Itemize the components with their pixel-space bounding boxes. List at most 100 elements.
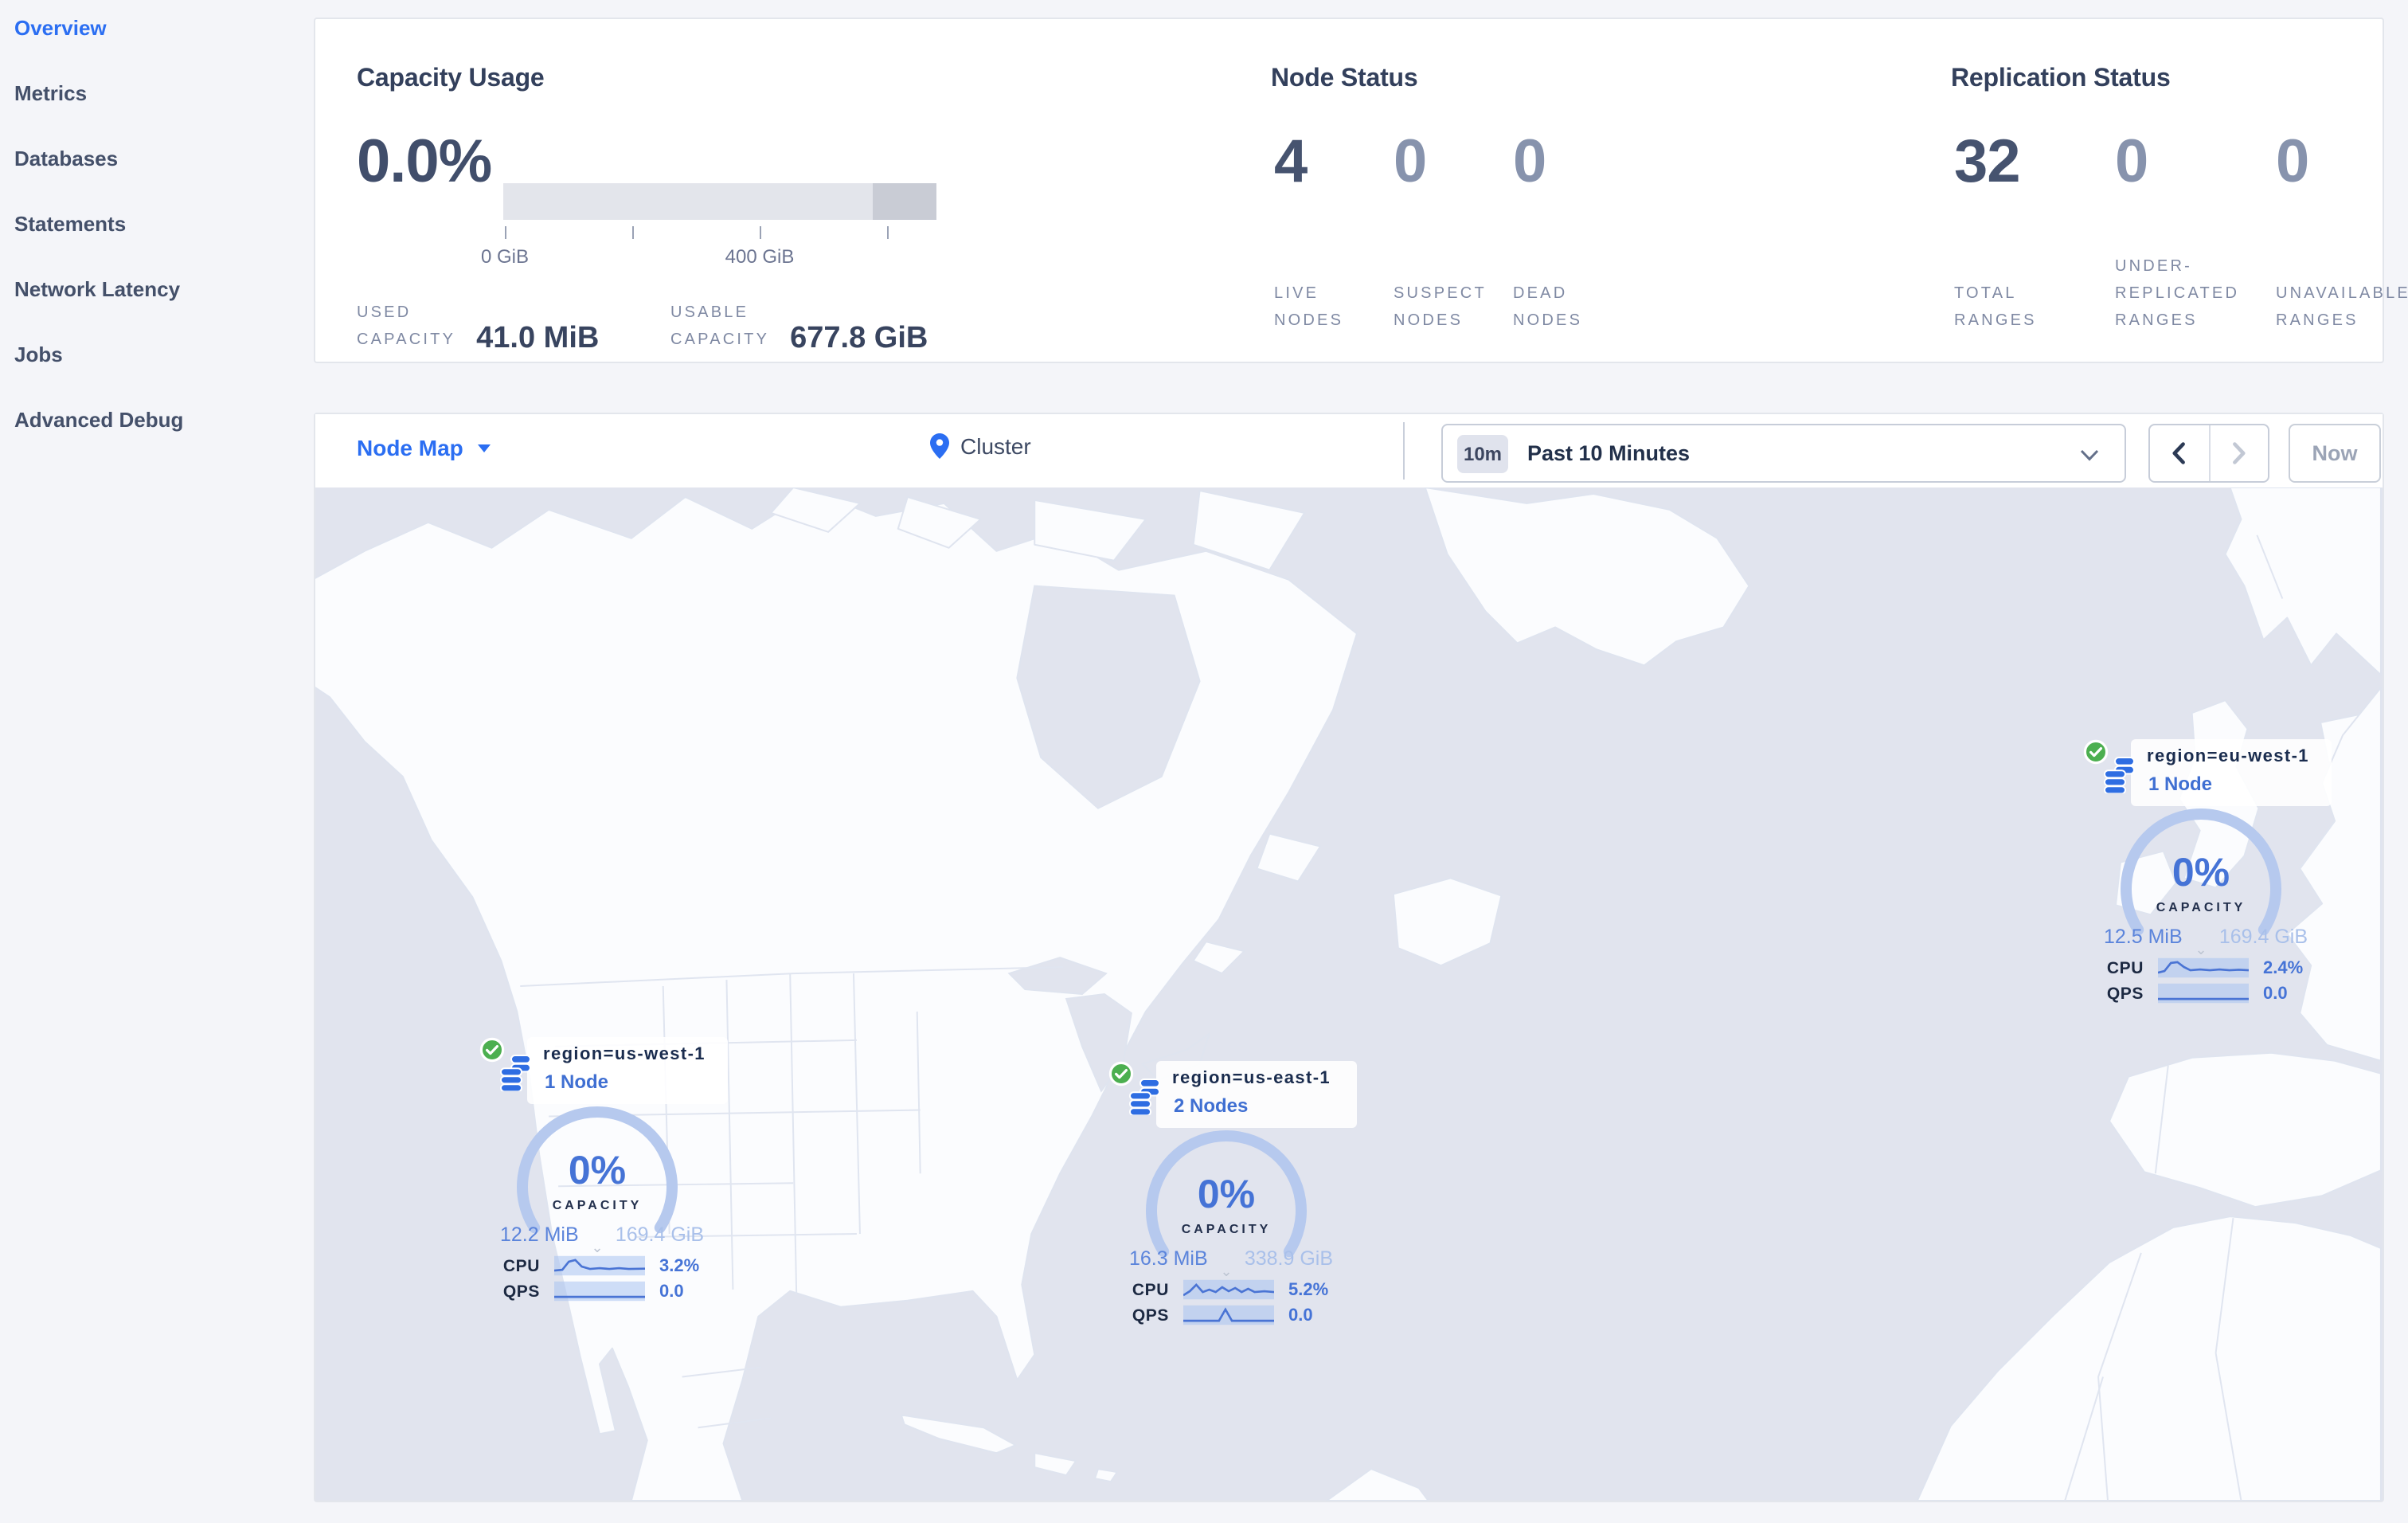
region-title: region=eu-west-1 xyxy=(2147,747,2309,766)
cpu-sparkline xyxy=(554,1255,645,1276)
now-button[interactable]: Now xyxy=(2289,424,2381,483)
region-nodes-link[interactable]: 1 Node xyxy=(545,1071,608,1093)
qps-value: 0.0 xyxy=(659,1282,684,1301)
time-range-dropdown[interactable]: 10m Past 10 Minutes xyxy=(1441,424,2126,483)
region-marker-us-west-1: region=us-west-1 1 Node 0% CAPACITY 12.2… xyxy=(478,1031,728,1311)
sidebar-item-statements[interactable]: Statements xyxy=(14,212,126,236)
expand-chevron-icon[interactable]: ⌄ xyxy=(478,1240,717,1255)
sidebar-item-metrics[interactable]: Metrics xyxy=(14,81,87,105)
used-capacity-stat: USED CAPACITY 41.0 MiB xyxy=(357,300,600,355)
caret-down-icon xyxy=(477,444,491,452)
toolbar-divider xyxy=(1403,422,1405,480)
capacity-bar: 0 GiB 400 GiB xyxy=(481,183,936,268)
cpu-label: CPU xyxy=(1132,1280,1169,1299)
world-map xyxy=(315,487,2382,1501)
capacity-bar-reserved-segment xyxy=(873,183,936,220)
under-replicated-ranges-label: UNDER- REPLICATED RANGES xyxy=(2115,258,2240,330)
tick-label-400gib: 400 GiB xyxy=(725,245,795,268)
capacity-gauge-label: CAPACITY xyxy=(2156,900,2246,914)
region-nodes-link[interactable]: 2 Nodes xyxy=(1174,1094,1248,1117)
usable-capacity-value: 677.8 GiB xyxy=(790,322,928,355)
sidebar-item-advanced-debug[interactable]: Advanced Debug xyxy=(14,408,183,432)
region-title: region=us-west-1 xyxy=(543,1045,706,1064)
region-nodes-link[interactable]: 1 Node xyxy=(2148,773,2212,795)
used-capacity-value: 41.0 MiB xyxy=(476,322,600,355)
usable-capacity-label-line2: CAPACITY xyxy=(670,331,770,349)
used-capacity-label-line2: CAPACITY xyxy=(357,331,456,349)
map-pin-icon xyxy=(930,433,949,459)
total-ranges-label: TOTAL RANGES xyxy=(1954,285,2037,330)
capacity-bar-ticks xyxy=(503,226,936,242)
cpu-label: CPU xyxy=(502,1256,540,1275)
cpu-value: 2.4% xyxy=(2263,958,2304,977)
qps-label: QPS xyxy=(1132,1306,1169,1325)
qps-value: 0.0 xyxy=(2263,984,2288,1003)
time-range-badge: 10m xyxy=(1457,435,1508,473)
capacity-percent: 0% xyxy=(2172,851,2230,895)
region-marker-eu-west-1: region=eu-west-1 1 Node 0% CAPACITY 12.5… xyxy=(2082,733,2332,1013)
dead-nodes-label: DEAD NODES xyxy=(1513,285,1583,330)
usable-capacity-stat: USABLE CAPACITY 677.8 GiB xyxy=(670,300,928,355)
database-stack-icon xyxy=(500,1055,531,1091)
qps-sparkline xyxy=(2158,983,2249,1004)
used-capacity-label-line1: USED xyxy=(357,304,412,322)
qps-label: QPS xyxy=(2106,984,2144,1003)
replication-status-title: Replication Status xyxy=(1951,65,2171,92)
node-map-toolbar: Node Map Cluster 10m Past 10 Minutes Now xyxy=(315,414,2383,487)
sidebar: Overview Metrics Databases Statements Ne… xyxy=(0,0,314,1523)
unavailable-ranges-label: UNAVAILABLE RANGES xyxy=(2276,285,2408,330)
time-step-forward-button[interactable] xyxy=(2208,425,2268,481)
time-range-label: Past 10 Minutes xyxy=(1527,441,1691,465)
node-map-viewport: region=us-west-1 1 Node 0% CAPACITY 12.2… xyxy=(315,487,2383,1501)
sidebar-item-overview[interactable]: Overview xyxy=(14,16,107,40)
cluster-summary-panel: Capacity Usage 0.0% 0 GiB 400 GiB USED C… xyxy=(314,18,2408,363)
region-marker-us-east-1: region=us-east-1 2 Nodes 0% CAPACITY 16.… xyxy=(1107,1055,1357,1335)
live-nodes-label: LIVE NODES xyxy=(1274,285,1344,330)
chevron-left-icon xyxy=(2173,442,2186,464)
expand-chevron-icon[interactable]: ⌄ xyxy=(1107,1264,1346,1278)
cpu-sparkline xyxy=(2158,957,2249,978)
time-step-buttons xyxy=(2148,424,2269,483)
sidebar-item-jobs[interactable]: Jobs xyxy=(14,343,63,366)
cpu-value: 5.2% xyxy=(1288,1280,1329,1299)
chevron-right-icon xyxy=(2233,442,2246,464)
cpu-label: CPU xyxy=(2106,958,2144,977)
node-status-title: Node Status xyxy=(1271,65,1418,92)
view-mode-dropdown[interactable]: Node Map xyxy=(357,435,491,460)
total-ranges-count: 32 xyxy=(1954,129,2021,196)
cpu-sparkline xyxy=(1183,1279,1274,1300)
usable-capacity-label-line1: USABLE xyxy=(670,304,749,322)
database-stack-icon xyxy=(1129,1079,1160,1115)
region-title: region=us-east-1 xyxy=(1172,1069,1331,1088)
node-map-panel: Node Map Cluster 10m Past 10 Minutes Now… xyxy=(314,413,2384,1502)
capacity-percent: 0% xyxy=(1197,1173,1256,1217)
breadcrumb-cluster-label: Cluster xyxy=(960,433,1031,459)
capacity-gauge-label: CAPACITY xyxy=(1181,1222,1272,1236)
sidebar-item-databases[interactable]: Databases xyxy=(14,147,118,170)
unavailable-ranges-count: 0 xyxy=(2276,129,2309,196)
db-console-overview-page: Overview Metrics Databases Statements Ne… xyxy=(0,0,2408,1523)
capacity-bar-track xyxy=(503,183,936,220)
qps-value: 0.0 xyxy=(1288,1306,1313,1325)
capacity-percent: 0% xyxy=(568,1149,627,1193)
live-nodes-count: 4 xyxy=(1274,129,1308,196)
expand-chevron-icon[interactable]: ⌄ xyxy=(2082,942,2320,957)
capacity-gauge-label: CAPACITY xyxy=(552,1198,643,1212)
time-step-back-button[interactable] xyxy=(2150,425,2209,481)
tick-label-0gib: 0 GiB xyxy=(480,245,530,268)
qps-sparkline xyxy=(554,1281,645,1302)
capacity-bar-tick-labels: 0 GiB 400 GiB xyxy=(481,245,936,268)
breadcrumb[interactable]: Cluster xyxy=(930,433,1031,459)
capacity-percent-value: 0.0% xyxy=(357,129,492,196)
cpu-value: 3.2% xyxy=(659,1256,700,1275)
qps-sparkline xyxy=(1183,1305,1274,1325)
suspect-nodes-count: 0 xyxy=(1394,129,1427,196)
capacity-usage-title: Capacity Usage xyxy=(357,65,545,92)
suspect-nodes-label: SUSPECT NODES xyxy=(1394,285,1487,330)
qps-label: QPS xyxy=(502,1282,540,1301)
dead-nodes-count: 0 xyxy=(1513,129,1546,196)
view-mode-label: Node Map xyxy=(357,435,463,460)
sidebar-item-network-latency[interactable]: Network Latency xyxy=(14,277,180,301)
database-stack-icon xyxy=(2104,757,2135,793)
chevron-down-icon xyxy=(2080,449,2099,461)
